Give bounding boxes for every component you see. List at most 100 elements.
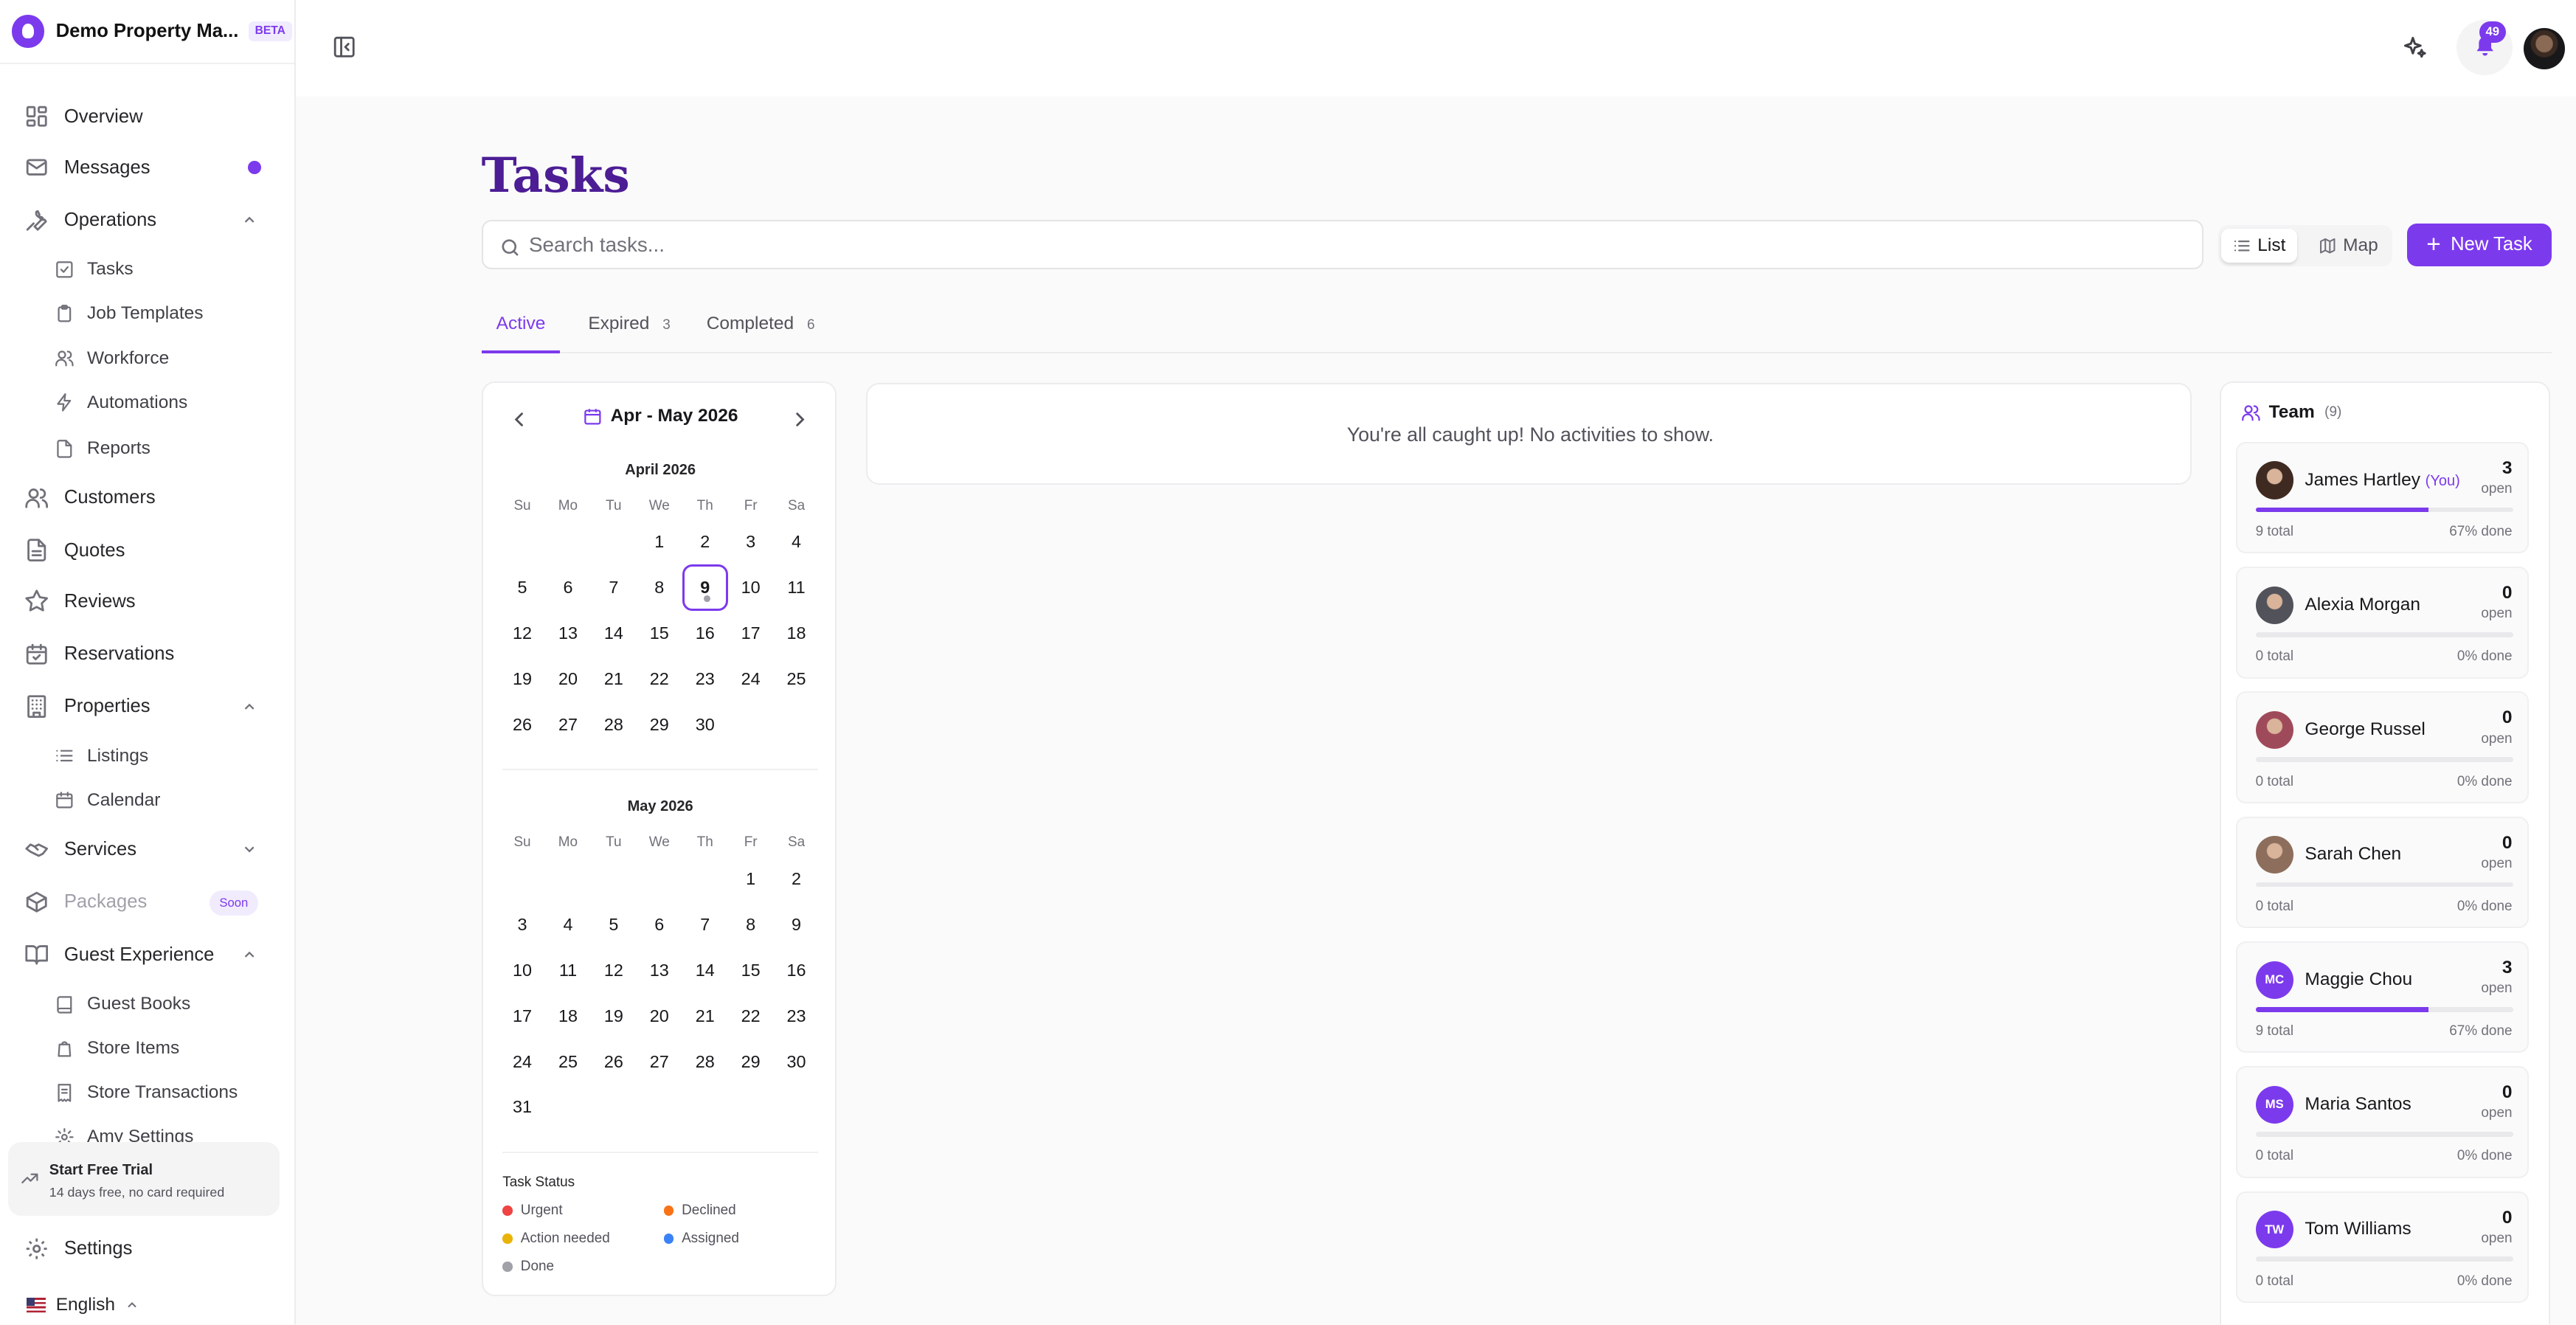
tab-active[interactable]: Active <box>481 304 561 353</box>
calendar-day[interactable]: 10 <box>727 564 773 610</box>
calendar-day[interactable]: 28 <box>682 1039 728 1084</box>
calendar-day[interactable]: 23 <box>682 656 728 702</box>
calendar-day[interactable]: 26 <box>499 702 545 747</box>
calendar-day[interactable]: 19 <box>499 656 545 702</box>
calendar-day[interactable]: 16 <box>682 610 728 656</box>
calendar-day[interactable]: 3 <box>499 902 545 947</box>
map-view-button[interactable]: Map <box>2307 229 2389 263</box>
team-member-card[interactable]: George Russel 0 open 0 total 0% done <box>2236 691 2529 803</box>
sparkles-icon[interactable] <box>2402 35 2428 61</box>
sidebar-toggle-icon[interactable] <box>332 35 356 59</box>
sidebar-item-properties[interactable]: Properties <box>24 690 271 723</box>
team-member-card[interactable]: TW Tom Williams 0 open 0 total 0% done <box>2236 1191 2529 1303</box>
calendar-day[interactable]: 13 <box>545 610 591 656</box>
calendar-day[interactable]: 29 <box>637 702 682 747</box>
calendar-day[interactable]: 8 <box>727 902 773 947</box>
calendar-day[interactable]: 30 <box>682 702 728 747</box>
calendar-day[interactable]: 7 <box>591 564 637 610</box>
calendar-day-today[interactable]: 9 <box>682 564 728 611</box>
calendar-day[interactable]: 4 <box>545 902 591 947</box>
calendar-day[interactable]: 22 <box>637 656 682 702</box>
start-trial-card[interactable]: Start Free Trial 14 days free, no card r… <box>8 1141 280 1217</box>
sidebar-item-quotes[interactable]: Quotes <box>24 534 271 567</box>
calendar-day[interactable]: 12 <box>499 610 545 656</box>
calendar-day[interactable]: 14 <box>591 610 637 656</box>
sidebar-item-settings[interactable]: Settings <box>24 1232 271 1265</box>
workspace-switcher[interactable]: Demo Property Ma... BETA <box>11 13 292 49</box>
sidebar-item-reports[interactable]: Reports <box>55 432 301 466</box>
sidebar-item-services[interactable]: Services <box>24 833 271 866</box>
calendar-day[interactable]: 1 <box>637 519 682 565</box>
calendar-day[interactable]: 22 <box>727 993 773 1039</box>
calendar-day[interactable]: 31 <box>499 1084 545 1130</box>
calendar-day[interactable]: 6 <box>637 902 682 947</box>
calendar-day[interactable]: 24 <box>727 656 773 702</box>
calendar-day[interactable]: 18 <box>545 993 591 1039</box>
sidebar-item-messages[interactable]: Messages <box>24 151 271 184</box>
tab-completed[interactable]: Completed 6 <box>692 304 830 353</box>
sidebar-item-listings[interactable]: Listings <box>55 739 301 772</box>
sidebar-item-reservations[interactable]: Reservations <box>24 637 271 671</box>
team-member-card[interactable]: James Hartley (You) 3 open 9 total 67% done <box>2236 441 2529 554</box>
user-avatar[interactable] <box>2524 27 2565 69</box>
sidebar-item-store-transactions[interactable]: Store Transactions <box>55 1076 301 1110</box>
calendar-day[interactable]: 24 <box>499 1039 545 1084</box>
calendar-day[interactable]: 2 <box>773 856 819 902</box>
calendar-day[interactable]: 27 <box>637 1039 682 1084</box>
list-view-button[interactable]: List <box>2221 228 2297 263</box>
calendar-day[interactable]: 15 <box>727 947 773 993</box>
sidebar-item-store-items[interactable]: Store Items <box>55 1032 301 1065</box>
calendar-day[interactable]: 10 <box>499 947 545 993</box>
calendar-day[interactable]: 15 <box>637 610 682 656</box>
calendar-day[interactable]: 5 <box>591 902 637 947</box>
calendar-day[interactable]: 7 <box>682 902 728 947</box>
sidebar-item-tasks[interactable]: Tasks <box>55 253 301 286</box>
calendar-day[interactable]: 28 <box>591 702 637 747</box>
team-member-card[interactable]: MC Maggie Chou 3 open 9 total 67% done <box>2236 941 2529 1054</box>
calendar-day[interactable]: 3 <box>727 519 773 565</box>
calendar-day[interactable]: 20 <box>637 993 682 1039</box>
calendar-day[interactable]: 16 <box>773 947 819 993</box>
sidebar-item-reviews[interactable]: Reviews <box>24 585 271 618</box>
calendar-day[interactable]: 13 <box>637 947 682 993</box>
calendar-day[interactable]: 18 <box>773 610 819 656</box>
sidebar-item-customers[interactable]: Customers <box>24 482 271 515</box>
calendar-day[interactable]: 11 <box>545 947 591 993</box>
calendar-day[interactable]: 6 <box>545 564 591 610</box>
language-switcher[interactable]: English <box>26 1295 140 1315</box>
calendar-day[interactable]: 17 <box>499 993 545 1039</box>
calendar-day[interactable]: 29 <box>727 1039 773 1084</box>
sidebar-item-guest-books[interactable]: Guest Books <box>55 988 301 1021</box>
calendar-day[interactable]: 9 <box>773 902 819 947</box>
team-member-card[interactable]: Sarah Chen 0 open 0 total 0% done <box>2236 816 2529 929</box>
calendar-day[interactable]: 26 <box>591 1039 637 1084</box>
calendar-day[interactable]: 27 <box>545 702 591 747</box>
sidebar-item-overview[interactable]: Overview <box>24 100 271 134</box>
calendar-day[interactable]: 11 <box>773 564 819 610</box>
calendar-day[interactable]: 5 <box>499 564 545 610</box>
sidebar-item-guest-experience[interactable]: Guest Experience <box>24 938 271 972</box>
calendar-day[interactable]: 25 <box>773 656 819 702</box>
sidebar-item-workforce[interactable]: Workforce <box>55 342 301 375</box>
sidebar-item-automations[interactable]: Automations <box>55 386 301 419</box>
calendar-day[interactable]: 4 <box>773 519 819 565</box>
calendar-day[interactable]: 23 <box>773 993 819 1039</box>
calendar-day[interactable]: 21 <box>591 656 637 702</box>
calendar-day[interactable]: 17 <box>727 610 773 656</box>
calendar-day[interactable]: 14 <box>682 947 728 993</box>
team-member-card[interactable]: Alexia Morgan 0 open 0 total 0% done <box>2236 567 2529 679</box>
new-task-button[interactable]: + New Task <box>2406 223 2552 266</box>
calendar-day[interactable]: 1 <box>727 856 773 902</box>
calendar-day[interactable]: 25 <box>545 1039 591 1084</box>
search-input[interactable] <box>528 221 2172 268</box>
sidebar-item-operations[interactable]: Operations <box>24 204 271 237</box>
calendar-day[interactable]: 30 <box>773 1039 819 1084</box>
calendar-day[interactable]: 8 <box>637 564 682 610</box>
calendar-day[interactable]: 20 <box>545 656 591 702</box>
sidebar-item-job-templates[interactable]: Job Templates <box>55 297 301 331</box>
team-member-card[interactable]: MS Maria Santos 0 open 0 total 0% done <box>2236 1066 2529 1178</box>
tab-expired[interactable]: Expired 3 <box>573 304 685 353</box>
calendar-day[interactable]: 21 <box>682 993 728 1039</box>
sidebar-item-calendar[interactable]: Calendar <box>55 783 301 817</box>
chevron-right-icon[interactable] <box>789 407 811 430</box>
